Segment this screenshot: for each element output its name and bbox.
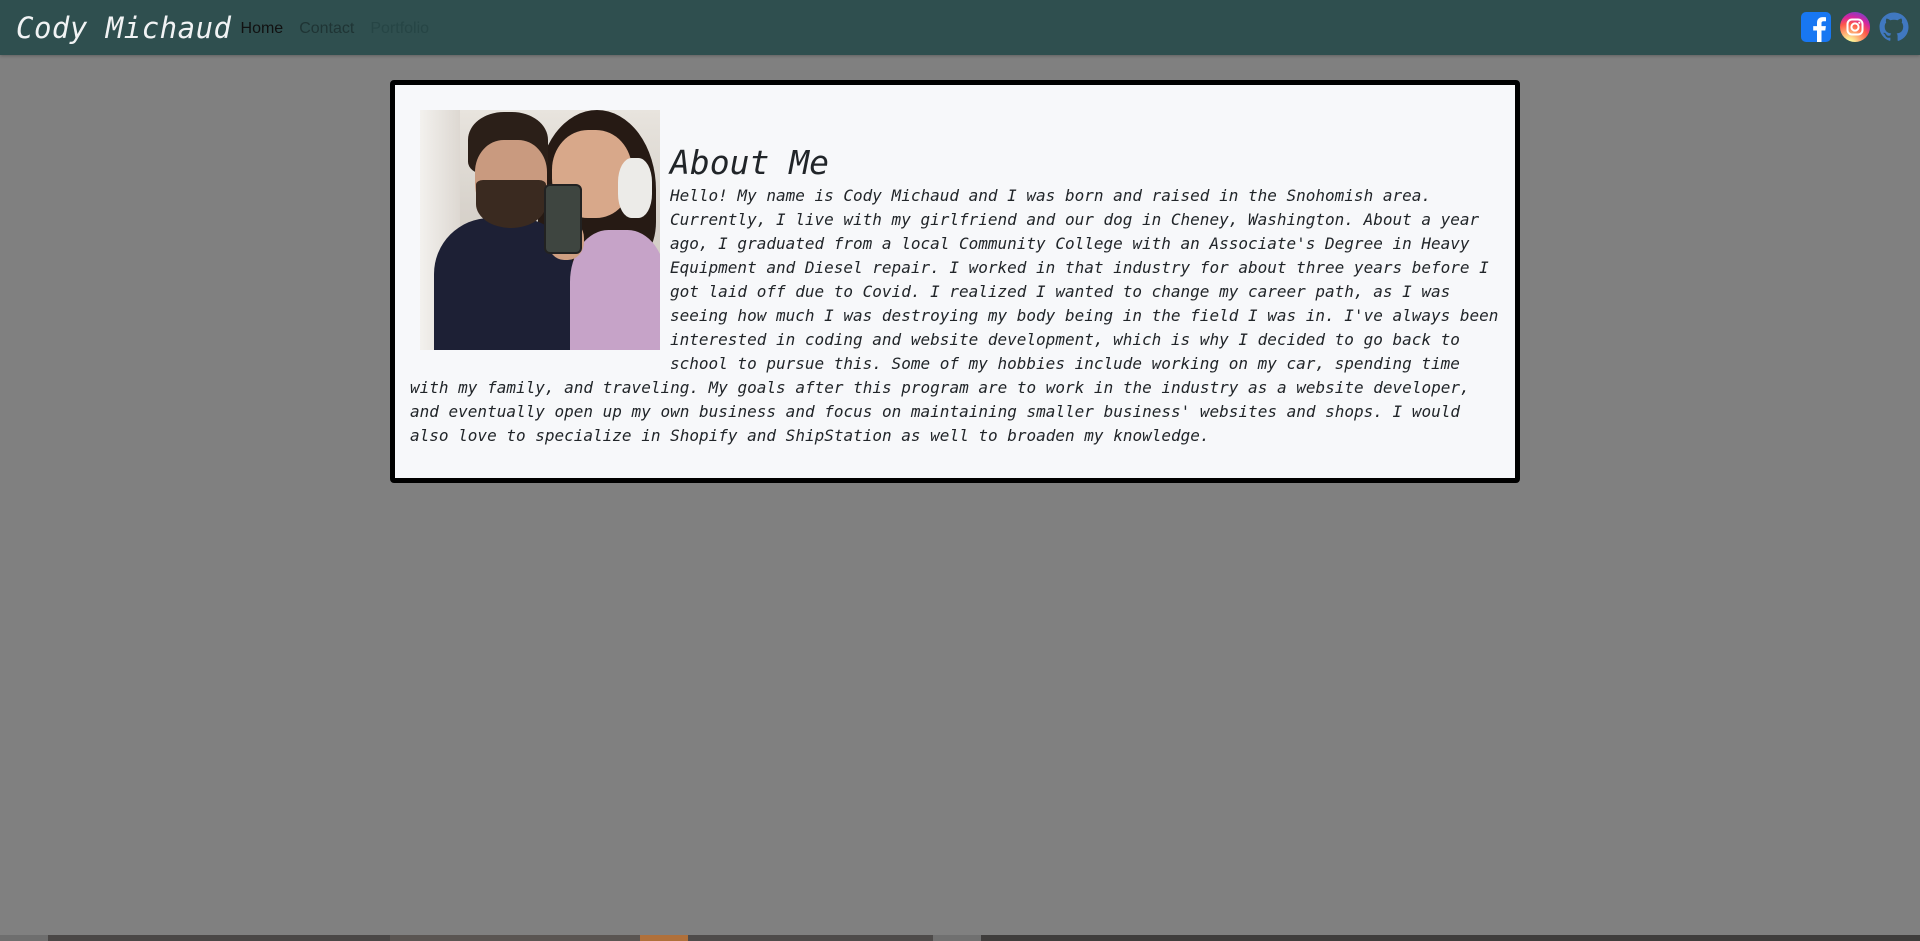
nav-links: Home Contact Portfolio — [241, 20, 430, 38]
nav-link-contact[interactable]: Contact — [299, 20, 354, 38]
github-icon — [1879, 12, 1909, 41]
facebook-icon — [1801, 12, 1831, 42]
navbar: Cody Michaud Home Contact Portfolio — [0, 0, 1920, 55]
github-link[interactable] — [1878, 11, 1910, 43]
facebook-link[interactable] — [1800, 11, 1832, 43]
nav-link-home[interactable]: Home — [241, 20, 284, 38]
bottom-strip — [0, 935, 1920, 941]
instagram-icon — [1840, 12, 1870, 42]
instagram-link[interactable] — [1839, 11, 1871, 43]
brand-title[interactable]: Cody Michaud — [16, 11, 232, 45]
profile-photo — [420, 110, 660, 350]
nav-link-portfolio[interactable]: Portfolio — [370, 20, 429, 38]
about-card: About Me Hello! My name is Cody Michaud … — [390, 80, 1520, 483]
social-links — [1800, 11, 1910, 43]
